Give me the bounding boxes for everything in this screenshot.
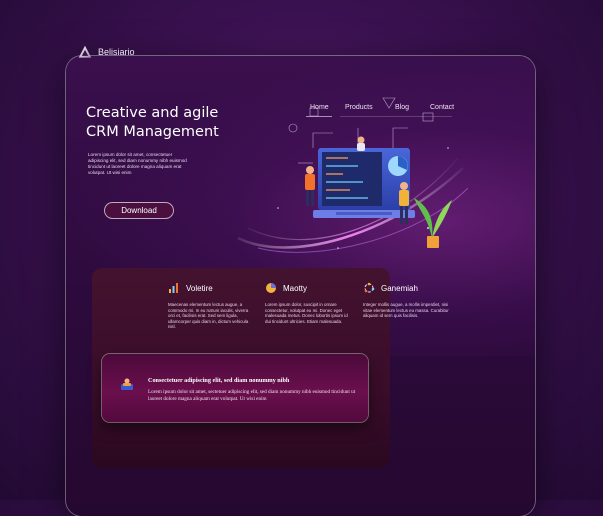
download-button[interactable]: Download <box>104 202 174 219</box>
hero-title: Creative and agile CRM Management <box>86 104 219 142</box>
feature-maotty: Maotty Lorem ipsum dolor, suscipit in or… <box>265 282 351 324</box>
bar-chart-icon <box>169 283 178 293</box>
crm-laptop-illustration <box>237 97 468 253</box>
presentation-icon <box>121 378 133 390</box>
brand-logo[interactable]: Belisiario <box>78 45 135 59</box>
callout-title: Consectetuer adipiscing elit, sed diam n… <box>148 377 290 384</box>
callout-text: Lorem ipsum dolor sit amet, sectetuer ad… <box>148 389 356 402</box>
hero-description: Lorem ipsum dolor sit amet, consectetuer… <box>88 152 187 175</box>
feature-text: Integer mollis augue, a mollis imperdiet… <box>363 302 449 319</box>
feature-ganemiah: Ganemiah Integer mollis augue, a mollis … <box>363 282 449 319</box>
cycle-icon <box>364 282 375 293</box>
feature-title: Ganemiah <box>381 283 418 293</box>
feature-text: Maecenas elementum lectus augue, a commo… <box>168 302 249 330</box>
feature-voletire: Voletire Maecenas elementum lectus augue… <box>168 282 254 330</box>
feature-title: Maotty <box>283 283 308 293</box>
brand-name: Belisiario <box>98 47 135 57</box>
feature-title: Voletire <box>186 283 213 293</box>
callout-card[interactable] <box>102 354 368 422</box>
hero-title-line2: CRM Management <box>86 124 219 140</box>
triangle-logo-icon <box>78 45 92 58</box>
feature-text: Lorem ipsum dolor, suscipit in ornare co… <box>265 302 348 324</box>
hero-title-line1: Creative and agile <box>86 105 219 121</box>
pie-chart-icon <box>266 283 276 293</box>
